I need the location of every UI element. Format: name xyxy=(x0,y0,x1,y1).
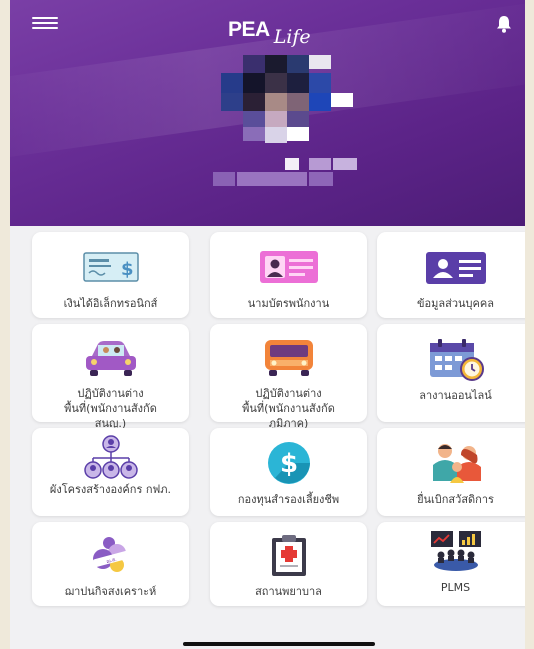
car-icon xyxy=(85,341,136,376)
clipboard-medical-icon xyxy=(271,535,306,576)
org-chart-icon xyxy=(83,435,138,479)
menu-item-label: นามบัตรพนักงาน xyxy=(247,297,330,310)
menu-item-offsite-central[interactable]: ปฏิบัติงานต่างพื้นที่(พนักงานสังกัดสนญ.) xyxy=(32,324,189,430)
menu-item-label: เงินได้อิเล็กทรอนิกส์ xyxy=(63,297,158,310)
id-card-icon xyxy=(425,252,486,284)
profile-name-redacted xyxy=(213,158,373,203)
svg-text:$: $ xyxy=(279,449,297,479)
menu-item-label: ข้อมูลส่วนบุคคล xyxy=(417,297,494,310)
menu-item-welfare-institute[interactable]: ฌ.ส. ฌาปนกิจสงเคราะห์ xyxy=(32,522,189,606)
menu-item-label: ปฏิบัติงานต่างพื้นที่(พนักงานสังกัดสนญ.) xyxy=(64,387,157,430)
logo-script-text: Life xyxy=(273,26,311,48)
calendar-clock-icon xyxy=(429,339,484,381)
menu-item-org-chart[interactable]: ผังโครงสร้างองค์กร กฟภ. xyxy=(32,428,189,516)
dollar-coin-icon: $ xyxy=(267,442,310,484)
menu-item-welfare[interactable]: ยื่นเบิกสวัสดิการ xyxy=(377,428,525,516)
menu-item-label: ลางานออนไลน์ xyxy=(419,389,492,402)
pea-life-logo: PEA Life xyxy=(228,8,311,48)
home-indicator xyxy=(183,642,375,646)
hamburger-menu-icon[interactable] xyxy=(32,14,58,30)
menu-item-e-money[interactable]: $ เงินได้อิเล็กทรอนิกส์ xyxy=(32,232,189,318)
welfare-logo-icon: ฌ.ส. xyxy=(92,537,129,572)
family-icon xyxy=(432,444,481,483)
menu-item-label: ยื่นเบิกสวัสดิการ xyxy=(417,493,494,506)
menu-item-provident-fund[interactable]: $ กองทุนสำรองเลี้ยงชีพ xyxy=(210,428,367,516)
menu-item-label: สถานพยาบาล xyxy=(255,585,322,598)
menu-item-label: PLMS xyxy=(440,581,471,594)
svg-text:$: $ xyxy=(121,259,134,280)
menu-item-leave-online[interactable]: ลางานออนไลน์ xyxy=(377,324,525,422)
logo-main-text: PEA xyxy=(228,18,270,41)
avatar xyxy=(213,55,353,145)
menu-item-label: ผังโครงสร้างองค์กร กฟภ. xyxy=(49,483,172,496)
menu-item-hospital[interactable]: สถานพยาบาล xyxy=(210,522,367,606)
app-screen: PEA Life $ เงินได้อิเล็กทรอนิกส์ นามบัตร… xyxy=(10,0,525,649)
meeting-chart-icon xyxy=(430,531,481,571)
menu-item-label: ฌาปนกิจสงเคราะห์ xyxy=(64,585,157,598)
menu-item-label: กองทุนสำรองเลี้ยงชีพ xyxy=(237,493,340,506)
menu-item-employee-card[interactable]: นามบัตรพนักงาน xyxy=(210,232,367,318)
notification-bell-icon[interactable] xyxy=(495,14,513,34)
money-bill-icon: $ xyxy=(82,252,139,282)
bus-icon xyxy=(264,340,313,376)
business-card-icon xyxy=(259,251,318,283)
menu-item-plms[interactable]: PLMS xyxy=(377,522,525,606)
menu-item-label: ปฏิบัติงานต่างพื้นที่(พนักงานสังกัดภูมิภ… xyxy=(242,387,335,430)
menu-item-offsite-region[interactable]: ปฏิบัติงานต่างพื้นที่(พนักงานสังกัดภูมิภ… xyxy=(210,324,367,430)
menu-item-personal-info[interactable]: ข้อมูลส่วนบุคคล xyxy=(377,232,525,318)
profile-header: PEA Life xyxy=(10,0,525,226)
